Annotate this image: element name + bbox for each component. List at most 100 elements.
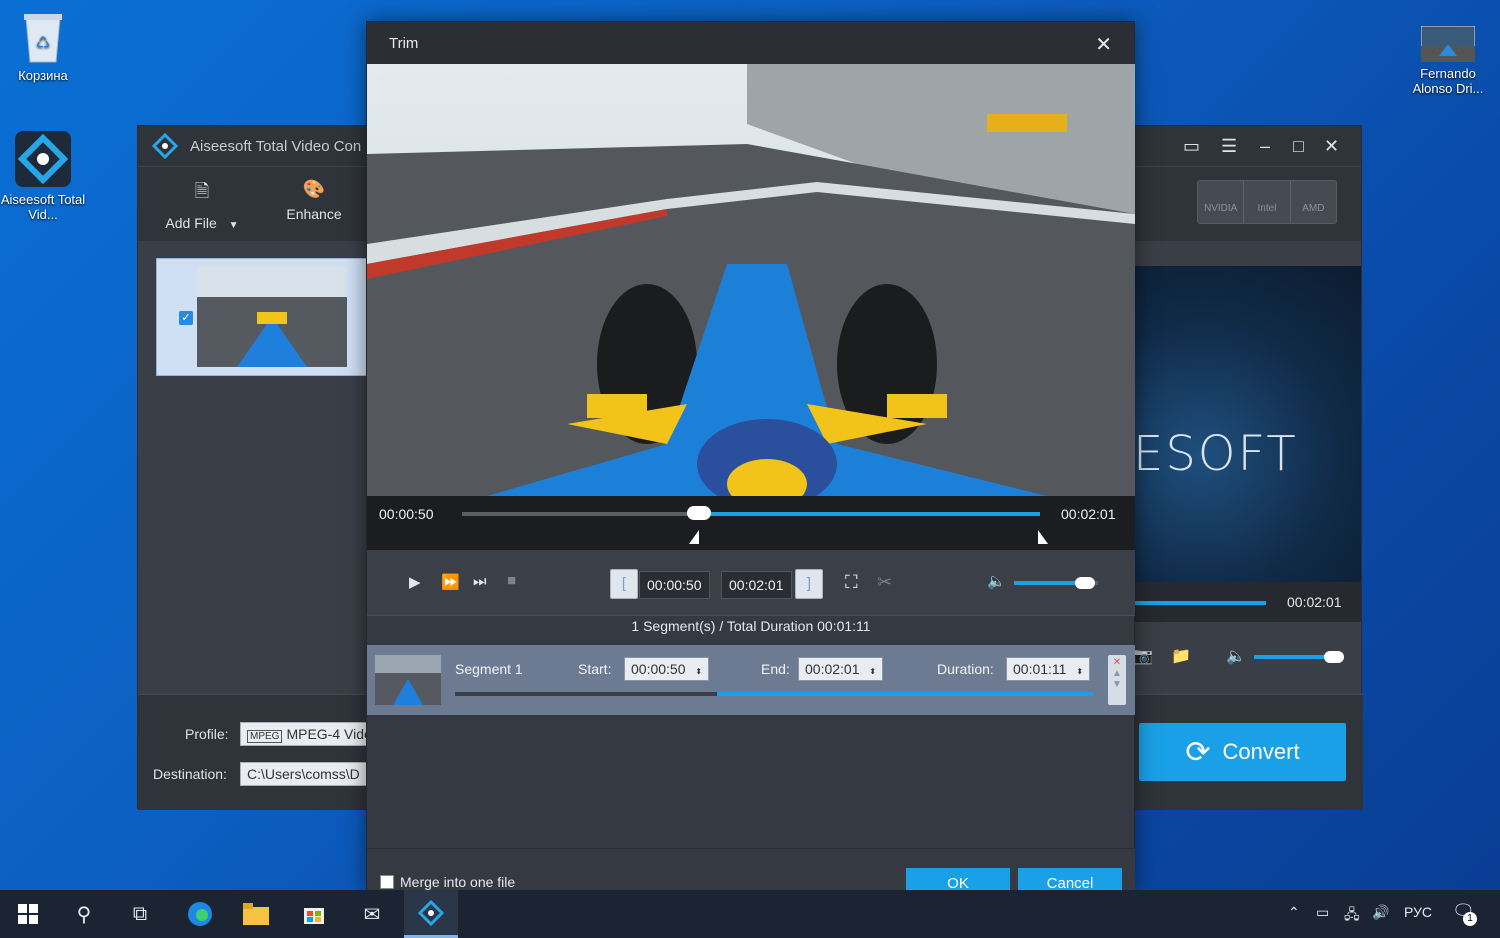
add-file-button[interactable]: 🗎 Add File ▼ xyxy=(162,179,242,231)
task-view-icon[interactable]: ⧉ xyxy=(116,890,164,938)
convert-label: Convert xyxy=(1222,739,1300,764)
seek-playhead[interactable] xyxy=(686,506,711,520)
volume-icon[interactable]: 🔈 xyxy=(1226,646,1246,666)
duration-stepper-icon[interactable]: ⬍ xyxy=(1076,667,1083,676)
snapshot-icon[interactable]: 📷 xyxy=(1133,646,1153,666)
trim-title: Trim xyxy=(389,34,419,52)
edge-logo xyxy=(188,902,212,926)
segment-duration-label: Duration: xyxy=(937,661,994,677)
main-title: Aiseesoft Total Video Con xyxy=(190,137,362,155)
end-stepper-icon[interactable]: ⬍ xyxy=(869,667,876,676)
segment-start-label: Start: xyxy=(578,661,612,677)
recycle-bin-icon[interactable]: ♺ Корзина xyxy=(0,8,86,83)
move-down-icon[interactable]: ▼ xyxy=(1108,679,1126,690)
network-icon[interactable]: 🖧 xyxy=(1344,904,1360,928)
convert-button[interactable]: ⟳ Convert xyxy=(1139,723,1346,781)
add-file-icon: 🗎 xyxy=(194,181,210,201)
battery-icon[interactable]: ▭ xyxy=(1316,904,1329,921)
seek-bar-area: 00:00:50 00:02:01 xyxy=(367,496,1135,550)
start-marker-handle[interactable] xyxy=(688,530,699,544)
end-time-display[interactable]: 00:02:01 xyxy=(721,571,792,599)
destination-input[interactable]: C:\Users\comss\D xyxy=(240,762,370,786)
recycle-bin-label: Корзина xyxy=(18,68,68,83)
gpu-intel[interactable]: Intel xyxy=(1244,181,1291,223)
notification-count-badge: 1 xyxy=(1463,912,1477,926)
crop-icon[interactable]: ⛶ xyxy=(845,572,858,593)
menu-icon[interactable]: ☰ xyxy=(1221,136,1237,157)
preview-panel: ESOFT xyxy=(1133,266,1361,582)
merge-label: Merge into one file xyxy=(400,874,516,890)
start-button[interactable] xyxy=(4,890,52,938)
show-hidden-icons-icon[interactable]: ⌃ xyxy=(1288,904,1300,921)
segment-row[interactable]: Segment 1 Start: 00:00:50 ⬍ End: 00:02:0… xyxy=(367,645,1135,715)
stop-button[interactable]: ■ xyxy=(507,572,516,589)
start-stepper-icon[interactable]: ⬍ xyxy=(695,667,702,676)
preview-progress-bar[interactable]: 00:02:01 xyxy=(1133,582,1361,622)
chevron-down-icon[interactable]: ▼ xyxy=(229,220,239,231)
store-icon[interactable] xyxy=(290,890,338,938)
language-indicator[interactable]: РУС xyxy=(1404,904,1432,920)
merge-checkbox[interactable] xyxy=(380,875,394,889)
video-thumbnail-icon xyxy=(1421,26,1475,62)
palette-icon: 🎨 xyxy=(302,179,326,199)
end-marker-handle[interactable] xyxy=(1038,530,1048,544)
preview-time: 00:02:01 xyxy=(1287,594,1342,610)
main-volume-slider[interactable] xyxy=(1254,651,1344,663)
search-icon[interactable]: ⚲ xyxy=(60,890,108,938)
delete-segment-icon[interactable]: ✕ xyxy=(1108,657,1126,668)
set-start-button[interactable]: [ xyxy=(610,569,638,599)
mail-icon[interactable]: ✉ xyxy=(348,890,396,938)
gpu-acceleration-group: NVIDIA Intel AMD xyxy=(1197,180,1337,224)
aiseesoft-taskbar-icon[interactable] xyxy=(404,890,458,938)
main-volume-handle[interactable] xyxy=(1324,651,1344,663)
folder-icon[interactable]: 📁 xyxy=(1171,646,1191,666)
start-time-display[interactable]: 00:00:50 xyxy=(639,571,710,599)
convert-icon: ⟳ xyxy=(1185,735,1211,769)
feedback-icon[interactable]: ▭ xyxy=(1183,136,1200,157)
preview-brand-text: ESOFT xyxy=(1133,426,1298,482)
file-explorer-icon[interactable] xyxy=(232,890,280,938)
folder-logo xyxy=(243,903,269,925)
gpu-amd[interactable]: AMD xyxy=(1291,181,1336,223)
segment-end-value: 00:02:01 xyxy=(805,661,860,677)
file-list-item[interactable]: ✓ xyxy=(156,258,371,376)
next-frame-button[interactable]: ⏭ xyxy=(473,573,487,590)
segment-range-fill xyxy=(716,692,1093,696)
close-trim-button[interactable]: ✕ xyxy=(1095,32,1112,57)
segment-start-input[interactable]: 00:00:50 ⬍ xyxy=(624,657,710,681)
seek-current-time: 00:00:50 xyxy=(379,506,434,522)
trim-titlebar: Trim ✕ xyxy=(367,22,1134,64)
play-button[interactable]: ▶ xyxy=(409,573,421,591)
trim-volume-icon[interactable]: 🔈 xyxy=(987,572,1006,590)
edge-icon[interactable] xyxy=(176,890,224,938)
gpu-nvidia[interactable]: NVIDIA xyxy=(1198,181,1245,223)
aiseesoft-logo-icon xyxy=(15,131,71,187)
destination-label: Destination: xyxy=(153,766,227,782)
speaker-icon[interactable]: 🔊 xyxy=(1372,904,1389,921)
fast-forward-button[interactable]: ⏩ xyxy=(441,573,460,591)
split-icon[interactable]: ✂ xyxy=(877,572,892,593)
move-up-icon[interactable]: ▲ xyxy=(1108,668,1126,679)
segment-side-controls: ✕ ▲ ▼ xyxy=(1108,655,1126,705)
segment-duration-input[interactable]: 00:01:11 ⬍ xyxy=(1006,657,1091,681)
aiseesoft-taskbar-logo xyxy=(418,899,444,926)
aiseesoft-shortcut-icon[interactable]: Aiseesoft Total Vid... xyxy=(0,130,86,222)
trim-volume-slider[interactable] xyxy=(1014,577,1098,589)
set-end-button[interactable]: ] xyxy=(795,569,823,599)
trim-volume-handle[interactable] xyxy=(1075,577,1096,589)
enhance-button[interactable]: 🎨 Enhance xyxy=(284,179,344,222)
segment-end-input[interactable]: 00:02:01 ⬍ xyxy=(798,657,884,681)
file-checkbox[interactable]: ✓ xyxy=(179,311,193,325)
svg-text:♺: ♺ xyxy=(36,35,50,52)
close-main-button[interactable]: ✕ xyxy=(1324,136,1339,157)
enhance-label: Enhance xyxy=(286,206,342,222)
profile-select[interactable]: MPEGMPEG-4 Video xyxy=(240,722,370,746)
seek-track[interactable] xyxy=(462,506,1048,544)
maximize-button[interactable]: □ xyxy=(1293,136,1304,157)
recycle-bin-graphic: ♺ xyxy=(24,14,62,63)
trim-footer: Merge into one file OK Cancel xyxy=(367,848,1135,894)
seek-selected-range xyxy=(698,512,1040,516)
video-file-icon[interactable]: Fernando Alonso Dri... xyxy=(1405,26,1491,96)
minimize-button[interactable]: – xyxy=(1260,136,1270,157)
segment-end-label: End: xyxy=(761,661,790,677)
